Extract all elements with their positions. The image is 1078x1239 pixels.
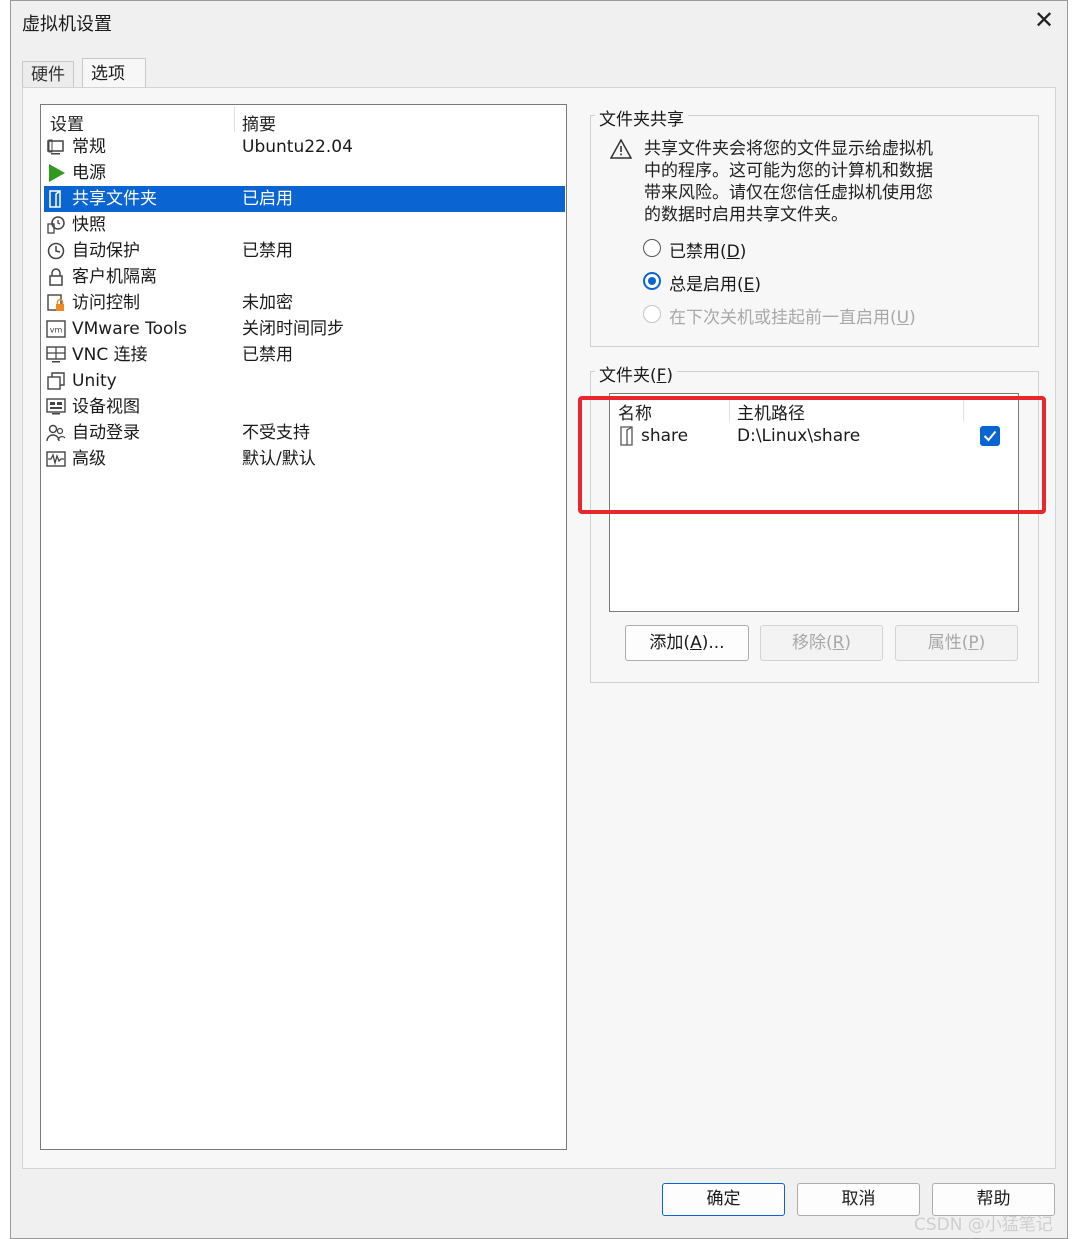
radio-until-poweroff xyxy=(643,305,661,323)
list-item-name: 设备视图 xyxy=(72,397,140,417)
ok-button[interactable]: 确定 xyxy=(662,1183,785,1216)
list-item-name: 高级 xyxy=(72,449,106,469)
list-item-name: 自动登录 xyxy=(72,423,140,443)
radio-until-poweroff-label: 在下次关机或挂起前一直启用(U) xyxy=(669,308,916,328)
list-item-name: 共享文件夹 xyxy=(72,189,157,209)
column-header-summary[interactable]: 摘要 xyxy=(242,110,276,135)
radio-disabled-label[interactable]: 已禁用(D) xyxy=(669,237,746,262)
list-item-device-view[interactable]: 设备视图 xyxy=(44,394,565,420)
warning-icon xyxy=(610,139,632,159)
list-item-name: 电源 xyxy=(72,163,106,183)
list-item-shared-folders[interactable]: 共享文件夹 已启用 xyxy=(44,186,565,212)
tab-options[interactable]: 选项 xyxy=(82,58,146,88)
unity-icon xyxy=(47,372,65,390)
vm-icon: vm xyxy=(46,320,66,338)
window-title: 虚拟机设置 xyxy=(22,14,112,35)
radio-always-enabled[interactable] xyxy=(643,272,661,290)
list-item-name: VMware Tools xyxy=(72,319,187,339)
list-item-summary: 默认/默认 xyxy=(242,449,316,469)
list-item-summary: 已禁用 xyxy=(242,241,293,261)
waveform-icon xyxy=(46,451,66,467)
remove-button: 移除(R) xyxy=(760,625,883,661)
list-item-name: 客户机隔离 xyxy=(72,267,157,287)
clock-icon xyxy=(47,242,65,260)
list-item-summary: 未加密 xyxy=(242,293,293,313)
folder-sharing-label: 文件夹共享 xyxy=(595,105,688,130)
folders-label: 文件夹(F) xyxy=(595,361,678,386)
tab-hardware[interactable]: 硬件 xyxy=(22,61,74,88)
list-item-summary: Ubuntu22.04 xyxy=(242,137,353,157)
column-divider[interactable] xyxy=(234,106,235,132)
device-view-icon xyxy=(46,398,66,415)
list-item-autologin[interactable]: 自动登录 不受支持 xyxy=(44,420,565,446)
info-line: 的数据时启用共享文件夹。 xyxy=(644,205,848,225)
list-item-power[interactable]: 电源 xyxy=(44,160,565,186)
list-item-summary: 不受支持 xyxy=(242,423,310,443)
snapshot-icon xyxy=(47,216,65,234)
list-item-summary: 已禁用 xyxy=(242,345,293,365)
vnc-icon xyxy=(46,346,66,363)
users-icon xyxy=(46,424,66,442)
list-item-summary: 已启用 xyxy=(242,189,293,209)
close-icon[interactable]: ✕ xyxy=(1030,6,1058,34)
shared-folder-icon xyxy=(49,190,61,208)
list-item-vmware-tools[interactable]: vm VMware Tools 关闭时间同步 xyxy=(44,316,565,342)
list-item-autoprotect[interactable]: 自动保护 已禁用 xyxy=(44,238,565,264)
list-item-general[interactable]: 常规 Ubuntu22.04 xyxy=(44,134,565,160)
list-item-access-control[interactable]: 访问控制 未加密 xyxy=(44,290,565,316)
info-line: 带来风险。请仅在您信任虚拟机使用您 xyxy=(644,183,933,203)
list-item-summary: 关闭时间同步 xyxy=(242,319,344,339)
column-header-setting[interactable]: 设置 xyxy=(50,110,84,135)
list-item-name: VNC 连接 xyxy=(72,345,148,365)
list-item-name: Unity xyxy=(72,371,117,391)
properties-button: 属性(P) xyxy=(895,625,1018,661)
list-item-name: 自动保护 xyxy=(72,241,140,261)
radio-disabled[interactable] xyxy=(643,239,661,257)
radio-always-enabled-label[interactable]: 总是启用(E) xyxy=(669,270,761,295)
cancel-button[interactable]: 取消 xyxy=(797,1183,920,1216)
info-line: 中的程序。这可能为您的计算机和数据 xyxy=(644,161,933,181)
play-icon xyxy=(49,164,65,182)
svg-text:vm: vm xyxy=(50,326,63,335)
highlight-box xyxy=(578,396,1046,514)
list-item-unity[interactable]: Unity xyxy=(44,368,565,394)
folder-sharing-info: 共享文件夹会将您的文件显示给虚拟机 中的程序。这可能为您的计算机和数据 带来风险… xyxy=(644,138,964,226)
list-item-name: 快照 xyxy=(72,215,106,235)
access-control-icon xyxy=(47,294,64,311)
list-item-guest-isolation[interactable]: 客户机隔离 xyxy=(44,264,565,290)
add-button[interactable]: 添加(A)... xyxy=(625,625,749,661)
list-item-advanced[interactable]: 高级 默认/默认 xyxy=(44,446,565,472)
watermark: CSDN @小猛笔记 xyxy=(914,1215,1053,1235)
info-line: 共享文件夹会将您的文件显示给虚拟机 xyxy=(644,139,933,159)
monitor-icon xyxy=(47,139,64,155)
list-item-name: 常规 xyxy=(72,137,106,157)
list-item-vnc[interactable]: VNC 连接 已禁用 xyxy=(44,342,565,368)
list-item-name: 访问控制 xyxy=(72,293,140,313)
list-item-snapshots[interactable]: 快照 xyxy=(44,212,565,238)
lock-icon xyxy=(49,268,63,286)
